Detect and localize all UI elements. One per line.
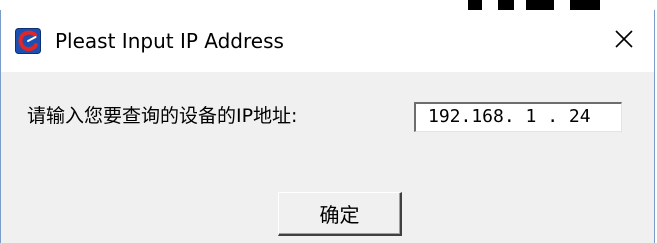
background-fragment <box>526 0 554 10</box>
background-fragment <box>498 0 514 10</box>
background-fragment <box>468 0 482 10</box>
ip-address-dialog: Pleast Input IP Address 请输入您要查询的设备的IP地址:… <box>0 10 655 243</box>
title-bar[interactable]: Pleast Input IP Address <box>1 10 654 72</box>
ip-address-input[interactable]: 192.168. 1 . 24 <box>414 102 622 132</box>
window-title: Pleast Input IP Address <box>55 29 284 53</box>
background-fragment <box>570 0 600 10</box>
ok-button[interactable]: 确定 <box>278 192 402 236</box>
dialog-body: 请输入您要查询的设备的IP地址: 192.168. 1 . 24 确定 <box>1 72 654 243</box>
close-icon <box>614 29 634 53</box>
app-logo-icon <box>15 28 41 54</box>
ip-prompt-label: 请输入您要查询的设备的IP地址: <box>27 105 298 127</box>
close-button[interactable] <box>594 10 654 72</box>
